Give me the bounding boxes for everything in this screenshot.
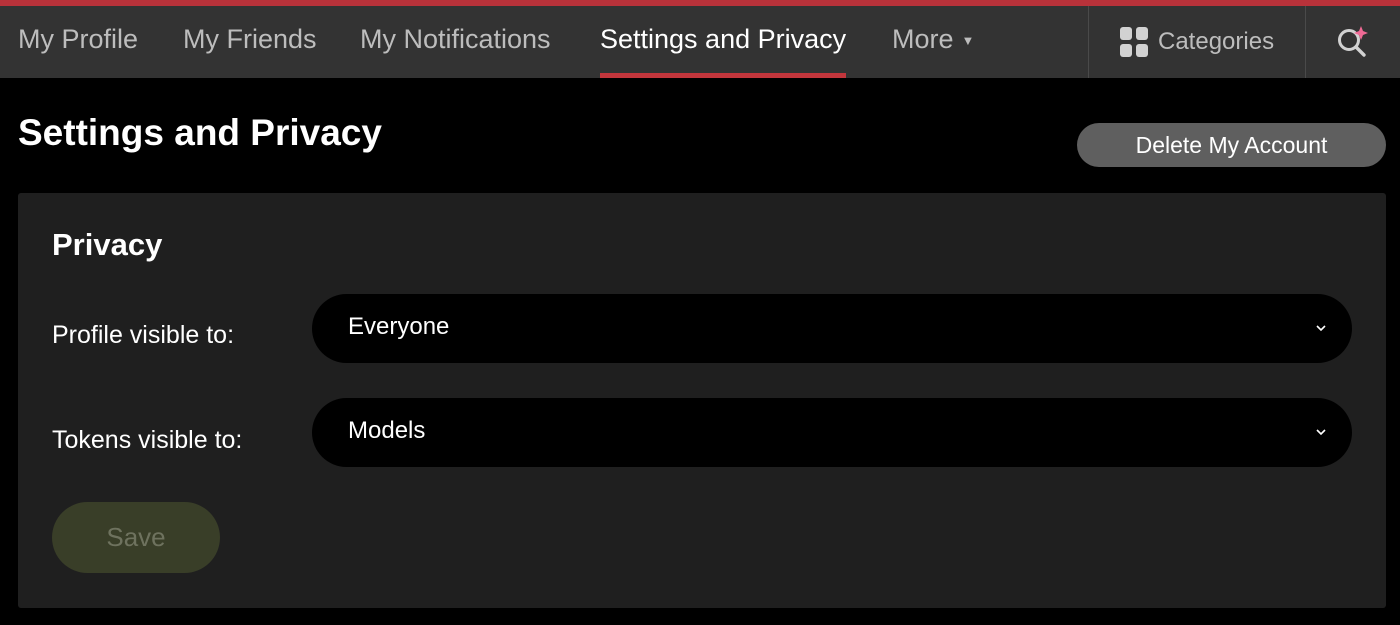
grid-icon	[1120, 27, 1148, 57]
save-button[interactable]: Save	[52, 502, 220, 573]
nav-my-friends[interactable]: My Friends	[183, 6, 317, 78]
sparkle-search-icon	[1338, 26, 1368, 57]
chevron-down-icon	[1316, 325, 1326, 332]
profile-visibility-label: Profile visible to:	[52, 321, 235, 349]
top-nav: My Profile My Friends My Notifications S…	[0, 6, 1400, 78]
categories-button[interactable]: Categories	[1089, 6, 1305, 78]
nav-my-profile[interactable]: My Profile	[18, 6, 138, 78]
nav-my-notifications[interactable]: My Notifications	[360, 6, 551, 78]
delete-account-button[interactable]: Delete My Account	[1077, 123, 1386, 167]
nav-more-label: More	[892, 24, 954, 54]
profile-visibility-value: Everyone	[348, 313, 450, 340]
tokens-visibility-value: Models	[348, 417, 426, 444]
tokens-visibility-select[interactable]: Models	[312, 398, 1352, 467]
profile-visibility-select[interactable]: Everyone	[312, 294, 1352, 363]
nav-settings-and-privacy[interactable]: Settings and Privacy	[600, 6, 847, 78]
privacy-card: Privacy Profile visible to: Everyone Tok…	[18, 193, 1386, 608]
caret-down-icon: ▼	[961, 32, 975, 48]
page-title: Settings and Privacy	[18, 112, 382, 153]
search-button[interactable]	[1306, 6, 1400, 78]
chevron-down-icon	[1316, 429, 1326, 436]
privacy-section-title: Privacy	[52, 227, 163, 262]
categories-label: Categories	[1158, 28, 1275, 55]
nav-more[interactable]: More ▼	[892, 6, 974, 78]
tokens-visibility-label: Tokens visible to:	[52, 426, 243, 454]
